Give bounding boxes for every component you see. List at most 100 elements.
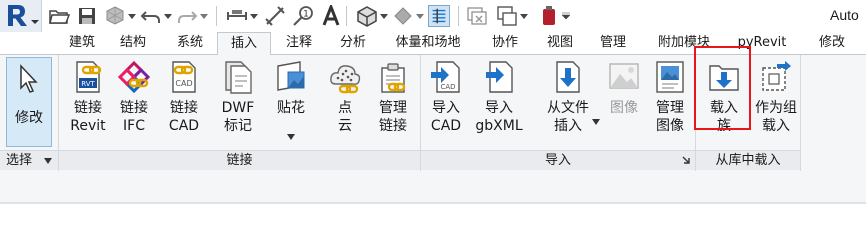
link-ifc-label-1: 链接	[120, 100, 148, 116]
panel-title-select[interactable]: 选择	[0, 150, 58, 170]
decal-dropdown-icon[interactable]	[287, 134, 295, 140]
dwf-markup-label-1: DWF	[221, 100, 255, 116]
svg-text:CAD: CAD	[440, 83, 455, 91]
image-button[interactable]: 图像	[602, 57, 646, 147]
link-cad-label-1: 链接	[170, 100, 198, 116]
svg-text:CAD: CAD	[175, 79, 192, 88]
switch-windows-dropdown-icon[interactable]	[520, 12, 528, 20]
import-gbxml-icon	[486, 61, 513, 93]
quick-access-toolbar: 1 Auto	[0, 0, 866, 32]
select-dropdown-icon	[44, 158, 52, 164]
tag-icon[interactable]: 1	[292, 5, 314, 27]
manage-links-label-2: 链接	[379, 118, 407, 134]
tab-structure[interactable]: 结构	[113, 32, 153, 55]
highlight-box	[694, 46, 751, 130]
point-cloud-label-2: 云	[338, 118, 352, 134]
tab-massing-site[interactable]: 体量和场地	[386, 32, 470, 55]
svg-text:RVT: RVT	[81, 80, 95, 88]
point-cloud-button[interactable]: 点云	[322, 57, 368, 147]
revit-logo-icon	[8, 5, 39, 26]
tab-manage[interactable]: 管理	[593, 32, 633, 55]
link-revit-label-2: Revit	[70, 118, 106, 134]
customize-qat-dropdown-icon[interactable]	[562, 12, 570, 20]
text-icon[interactable]	[320, 5, 342, 27]
import-dialog-launcher-icon	[682, 156, 690, 164]
image-icon	[609, 63, 639, 89]
import-gbxml-label-1: 导入	[485, 100, 513, 116]
point-cloud-label-1: 点	[338, 100, 352, 116]
link-cad-icon: CAD	[172, 61, 196, 93]
dimension-icon[interactable]	[264, 5, 286, 27]
dwf-markup-icon	[225, 61, 252, 94]
tab-architecture[interactable]: 建筑	[62, 32, 102, 55]
manage-links-icon	[381, 63, 406, 93]
decal-label: 贴花	[277, 100, 305, 116]
3d-view-icon[interactable]	[356, 5, 378, 27]
measure-icon[interactable]	[226, 5, 248, 27]
switch-windows-icon[interactable]	[496, 5, 518, 27]
svg-text:1: 1	[303, 10, 309, 20]
sync-dropdown-icon[interactable]	[128, 12, 136, 20]
decal-button[interactable]: 贴花	[268, 57, 314, 147]
insert-from-file-dropdown-icon[interactable]	[592, 119, 600, 125]
insert-from-file-button[interactable]: 从文件 插入	[536, 57, 600, 147]
load-as-group-label-1: 作为组	[755, 100, 797, 116]
family-tag-icon[interactable]	[538, 5, 560, 27]
dwf-markup-button[interactable]: DWF 标记	[212, 57, 264, 147]
import-cad-label-1: 导入	[432, 100, 460, 116]
tab-annotate[interactable]: 注释	[279, 32, 319, 55]
link-cad-label-2: CAD	[168, 118, 200, 134]
link-cad-button[interactable]: CAD 链接 CAD	[162, 57, 206, 147]
point-cloud-icon	[330, 65, 361, 94]
tab-analyze[interactable]: 分析	[333, 32, 373, 55]
tab-insert[interactable]: 插入	[217, 32, 271, 56]
panel-title-link: 链接	[59, 150, 420, 170]
section-icon[interactable]	[392, 5, 414, 27]
insert-from-file-label-2: 插入	[554, 118, 582, 134]
load-as-group-icon	[762, 61, 791, 91]
ribbon-bottom-border	[0, 202, 866, 204]
thin-lines-icon[interactable]	[428, 5, 450, 27]
panel-title-import[interactable]: 导入	[421, 150, 695, 170]
open-icon[interactable]	[48, 5, 70, 27]
tab-view[interactable]: 视图	[540, 32, 580, 55]
application-menu-button[interactable]	[0, 0, 42, 32]
import-cad-label-2: CAD	[430, 118, 462, 134]
section-dropdown-icon[interactable]	[416, 12, 424, 20]
redo-dropdown-icon[interactable]	[200, 12, 208, 20]
sync-icon[interactable]	[104, 5, 126, 27]
modify-button[interactable]: 修改	[6, 57, 52, 147]
measure-dropdown-icon[interactable]	[250, 12, 258, 20]
import-cad-button[interactable]: CAD 导入 CAD	[424, 57, 468, 147]
manage-images-label-2: 图像	[656, 118, 684, 134]
import-gbxml-label-2: gbXML	[475, 118, 523, 134]
manage-images-button[interactable]: 管理 图像	[648, 57, 692, 147]
manage-images-label-1: 管理	[656, 100, 684, 116]
dwf-markup-label-2: 标记	[224, 118, 252, 134]
decal-icon	[277, 61, 305, 91]
link-revit-button[interactable]: RVT 链接 Revit	[62, 57, 114, 147]
link-revit-icon: RVT	[76, 61, 102, 93]
manage-images-icon	[656, 61, 684, 93]
tab-collaborate[interactable]: 协作	[485, 32, 525, 55]
panel-title-load-from-library: 从库中载入	[696, 150, 800, 170]
redo-icon[interactable]	[176, 5, 198, 27]
load-as-group-button[interactable]: 作为组 载入	[752, 57, 800, 147]
load-as-group-label-2: 载入	[762, 118, 790, 134]
3d-view-dropdown-icon[interactable]	[380, 12, 388, 20]
import-cad-icon: CAD	[431, 61, 460, 93]
tab-modify[interactable]: 修改	[810, 32, 854, 55]
panel-title-select-label: 选择	[6, 153, 33, 168]
close-hidden-windows-icon[interactable]	[466, 5, 488, 27]
manage-links-button[interactable]: 管理 链接	[370, 57, 416, 147]
undo-dropdown-icon[interactable]	[164, 12, 172, 20]
insert-from-file-label-1: 从文件	[547, 100, 589, 116]
undo-icon[interactable]	[140, 5, 162, 27]
link-revit-label-1: 链接	[74, 100, 102, 116]
link-ifc-button[interactable]: 链接 IFC	[114, 57, 154, 147]
save-icon[interactable]	[76, 5, 98, 27]
tab-systems[interactable]: 系统	[170, 32, 210, 55]
insert-from-file-icon	[556, 61, 580, 93]
link-ifc-label-2: IFC	[123, 118, 145, 134]
import-gbxml-button[interactable]: 导入 gbXML	[470, 57, 528, 147]
